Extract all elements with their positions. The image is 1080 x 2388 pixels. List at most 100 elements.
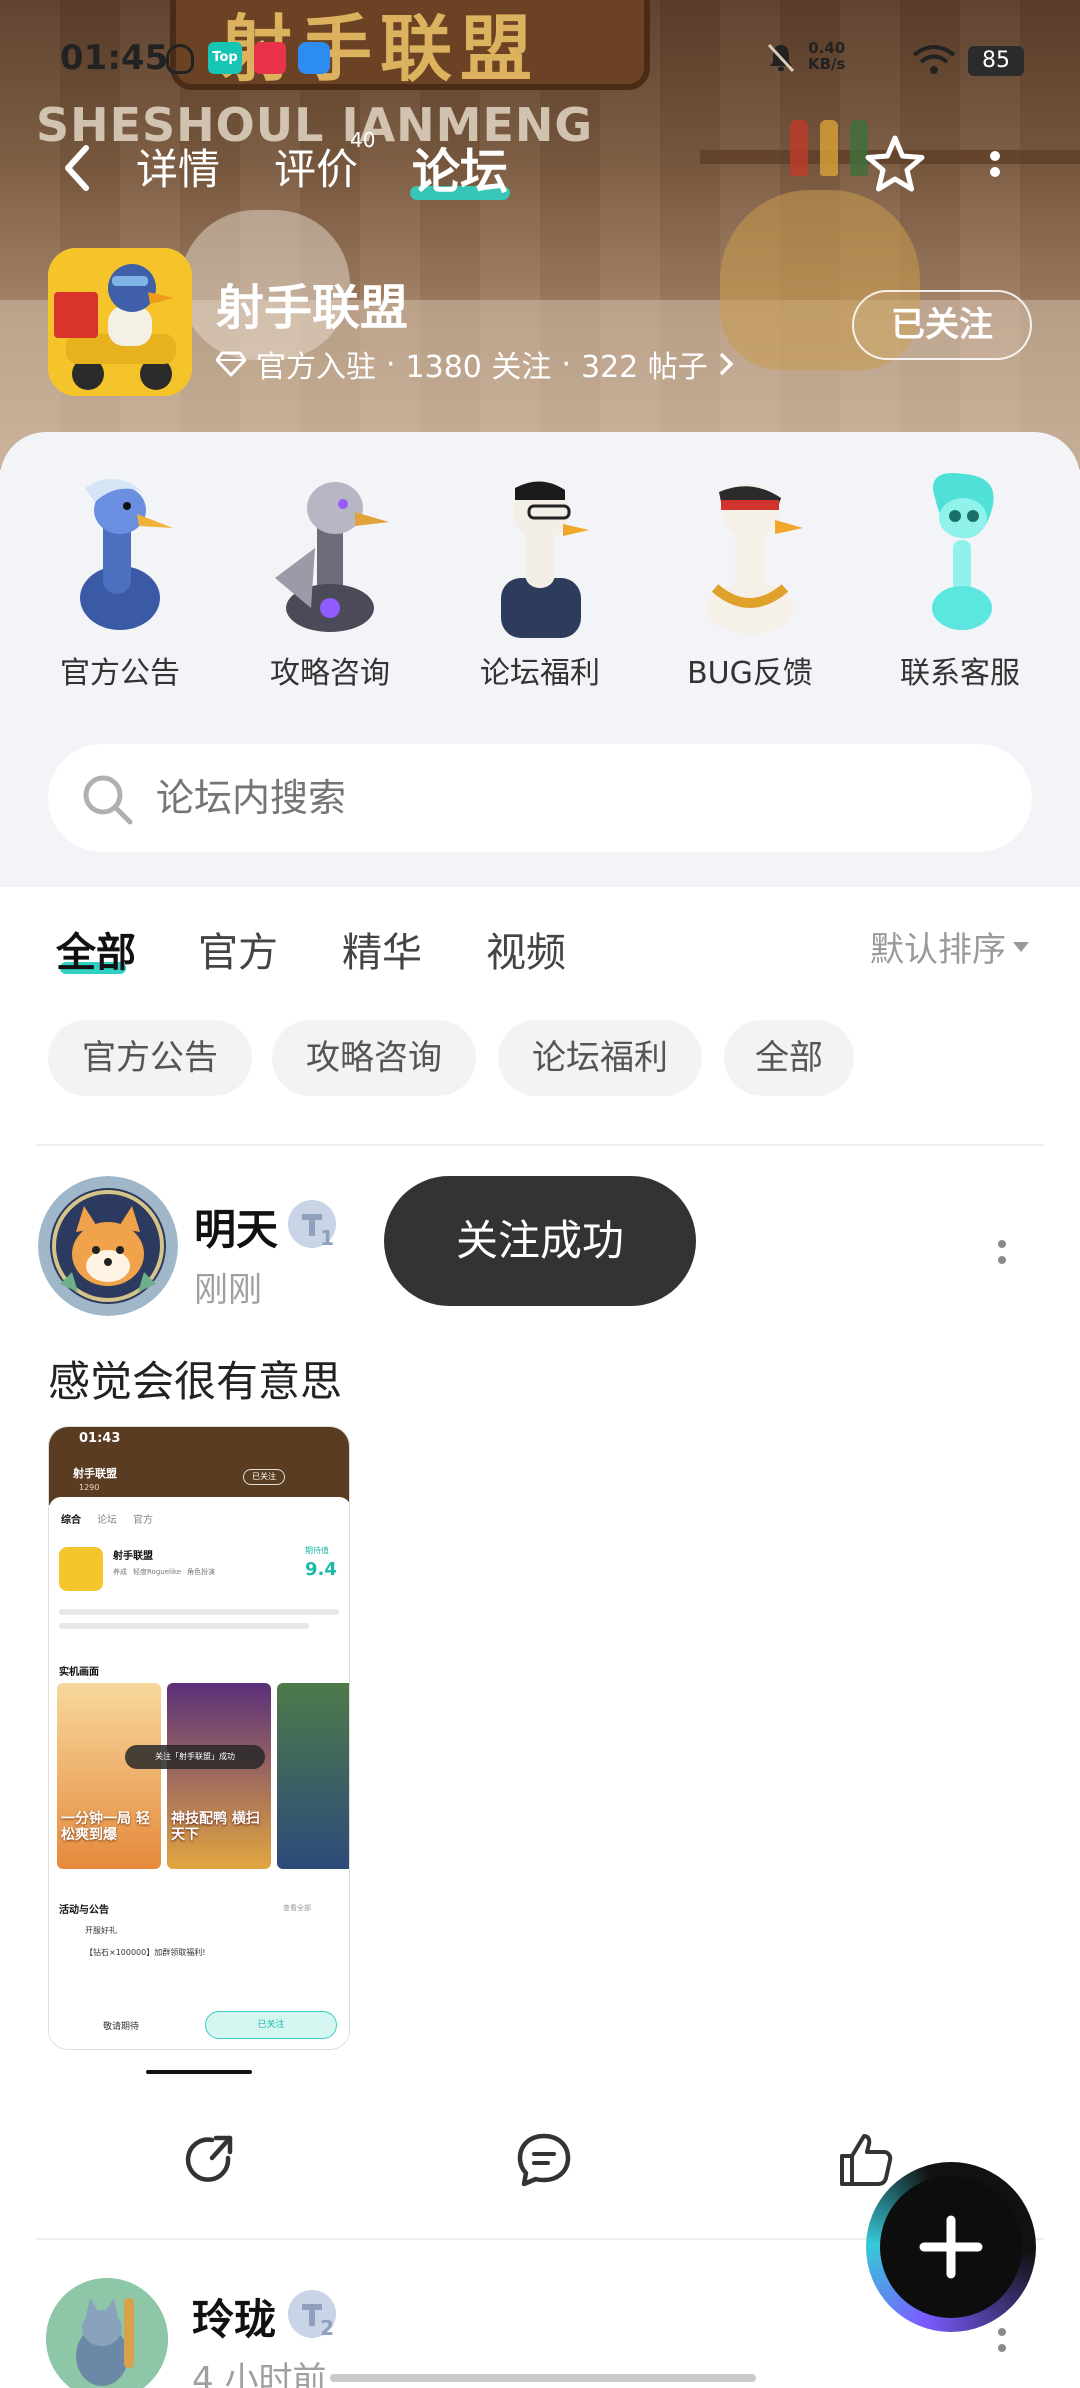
shot-tag: 养成 [113,1568,127,1576]
forum-panel: 官方公告 攻略咨询 论坛福利 BUG反馈 联系客服 论坛内搜索 [0,432,1080,887]
avatar[interactable] [38,1176,178,1316]
post-author-name[interactable]: 玲珑 [192,2286,276,2347]
status-bar: 01:45 Top 0.40 KB/s 85 [0,0,1080,120]
post-author-name[interactable]: 明天 [194,1196,278,1257]
filter-tab-featured[interactable]: 精华 [342,920,422,978]
follow-count: 1380 关注 [405,350,552,385]
fire-notification-icon [166,44,194,74]
search-input[interactable] [156,744,976,852]
category-label: 攻略咨询 [270,656,390,691]
create-post-button-inner[interactable] [880,2176,1022,2318]
chip-official-announcement[interactable]: 官方公告 [48,1020,252,1096]
shot-promo-2: 神技配鸭 横扫天下 [171,1811,260,1843]
more-vertical-icon [998,2328,1006,2352]
shopping-app-icon [254,42,286,74]
category-label: 官方公告 [60,656,180,691]
meta-separator: · [561,346,571,382]
shot-bottom-left: 敬请期待 [103,2022,140,2032]
chevron-right-icon [719,352,734,376]
rambo-goose-icon [675,468,825,638]
official-label: 官方入驻 [256,350,376,385]
level-badge: 1 [288,1200,336,1250]
shot-desc-line [59,1609,339,1615]
thumbs-up-icon [840,2134,893,2186]
level-badge: 2 [288,2290,336,2340]
sort-dropdown[interactable]: 默认排序 [870,922,1030,971]
favorite-button[interactable] [862,132,928,198]
chip-forum-benefits[interactable]: 论坛福利 [498,1020,702,1096]
shot-tag: 角色扮演 [187,1568,216,1576]
status-time: 01:45 [60,38,169,78]
shot-tab-official: 官方 [133,1515,153,1526]
shot-game-icon [59,1547,103,1591]
net-speed: 0.40 KB/s [808,40,845,72]
shot-gameplay-3 [277,1683,349,1869]
filter-tab-official[interactable]: 官方 [198,920,278,978]
top-app-icon: Top [208,42,242,74]
forum-search-bar[interactable] [48,744,1032,852]
back-button[interactable] [52,138,102,198]
avatar[interactable] [46,2278,168,2388]
diamond-icon [216,351,246,377]
shot-desc-line [59,1623,309,1629]
search-icon [83,775,133,825]
category-strategy[interactable]: 攻略咨询 [240,468,420,692]
more-options-button[interactable] [980,150,1010,194]
like-button[interactable] [836,2130,896,2190]
filter-tab-video[interactable]: 视频 [486,920,566,978]
sort-label: 默认排序 [870,930,1006,970]
follow-button[interactable]: 已关注 [852,290,1032,360]
game-title: 射手联盟 [216,280,409,336]
post-time: 刚刚 [194,1270,262,1310]
comment-button[interactable] [514,2130,574,2190]
shot-tab-all: 综合 [61,1515,81,1526]
more-vertical-icon [998,1240,1006,1264]
shot-promo-1: 一分钟一局 轻松爽到爆 [61,1811,150,1843]
comment-icon [517,2133,571,2187]
shot-time: 01:43 [79,1431,121,1446]
shot-tab-forum: 论坛 [97,1515,117,1526]
heron-character-icon [45,468,195,638]
share-icon [185,2135,233,2182]
category-official-announcement[interactable]: 官方公告 [30,468,210,692]
section-divider [36,1144,1044,1146]
meta-separator: · [386,346,396,382]
shot-activity-more: 查看全部 [283,1904,311,1912]
shot-section-title: 实机画面 [59,1667,99,1678]
banner-bottle [790,120,808,176]
post-image[interactable]: 01:43 射手联盟 1290 已关注 综合 论坛 官方 射手联盟 养成 轻度R… [48,1426,350,2050]
post-time: 4 小时前 [192,2360,327,2388]
chevron-left-icon [65,145,89,191]
wifi-icon [912,45,956,74]
post-more-button[interactable] [990,2322,1014,2366]
browser-app-icon [298,42,330,74]
category-customer-service[interactable]: 联系客服 [870,468,1050,692]
banner-bottle [820,120,838,176]
chip-strategy[interactable]: 攻略咨询 [272,1020,476,1096]
level-number: 2 [320,2316,334,2340]
more-vertical-icon [990,151,1000,177]
shot-toast: 关注「射手联盟」成功 [125,1745,265,1769]
shot-bottom-right: 已关注 [205,2011,337,2039]
category-label: 联系客服 [900,656,1020,691]
shot-app-title: 射手联盟 [73,1467,117,1480]
game-meta[interactable]: 官方入驻 · 1380 关注 · 322 帖子 [216,342,734,386]
shot-app-follows: 1290 [79,1483,100,1492]
post-more-button[interactable] [990,1234,1014,1278]
goose-agent-icon [465,468,615,638]
robot-bird-icon [255,468,405,638]
category-forum-benefits[interactable]: 论坛福利 [450,468,630,692]
category-bug-report[interactable]: BUG反馈 [660,468,840,692]
filter-tab-all[interactable]: 全部 [56,920,136,978]
tab-reviews[interactable]: 评价 [274,136,358,197]
post-content[interactable]: 感觉会很有意思 [48,1348,342,1409]
share-button[interactable] [180,2130,240,2190]
net-speed-value: 0.40 [808,39,846,57]
home-indicator[interactable] [330,2374,756,2382]
chip-all[interactable]: 全部 [724,1020,854,1096]
battery-indicator: 85 [968,46,1024,76]
shot-follow-button: 已关注 [243,1469,285,1485]
tab-details[interactable]: 详情 [136,136,220,197]
level-number: 1 [320,1226,334,1250]
tab-forum[interactable]: 论坛 [412,132,508,202]
